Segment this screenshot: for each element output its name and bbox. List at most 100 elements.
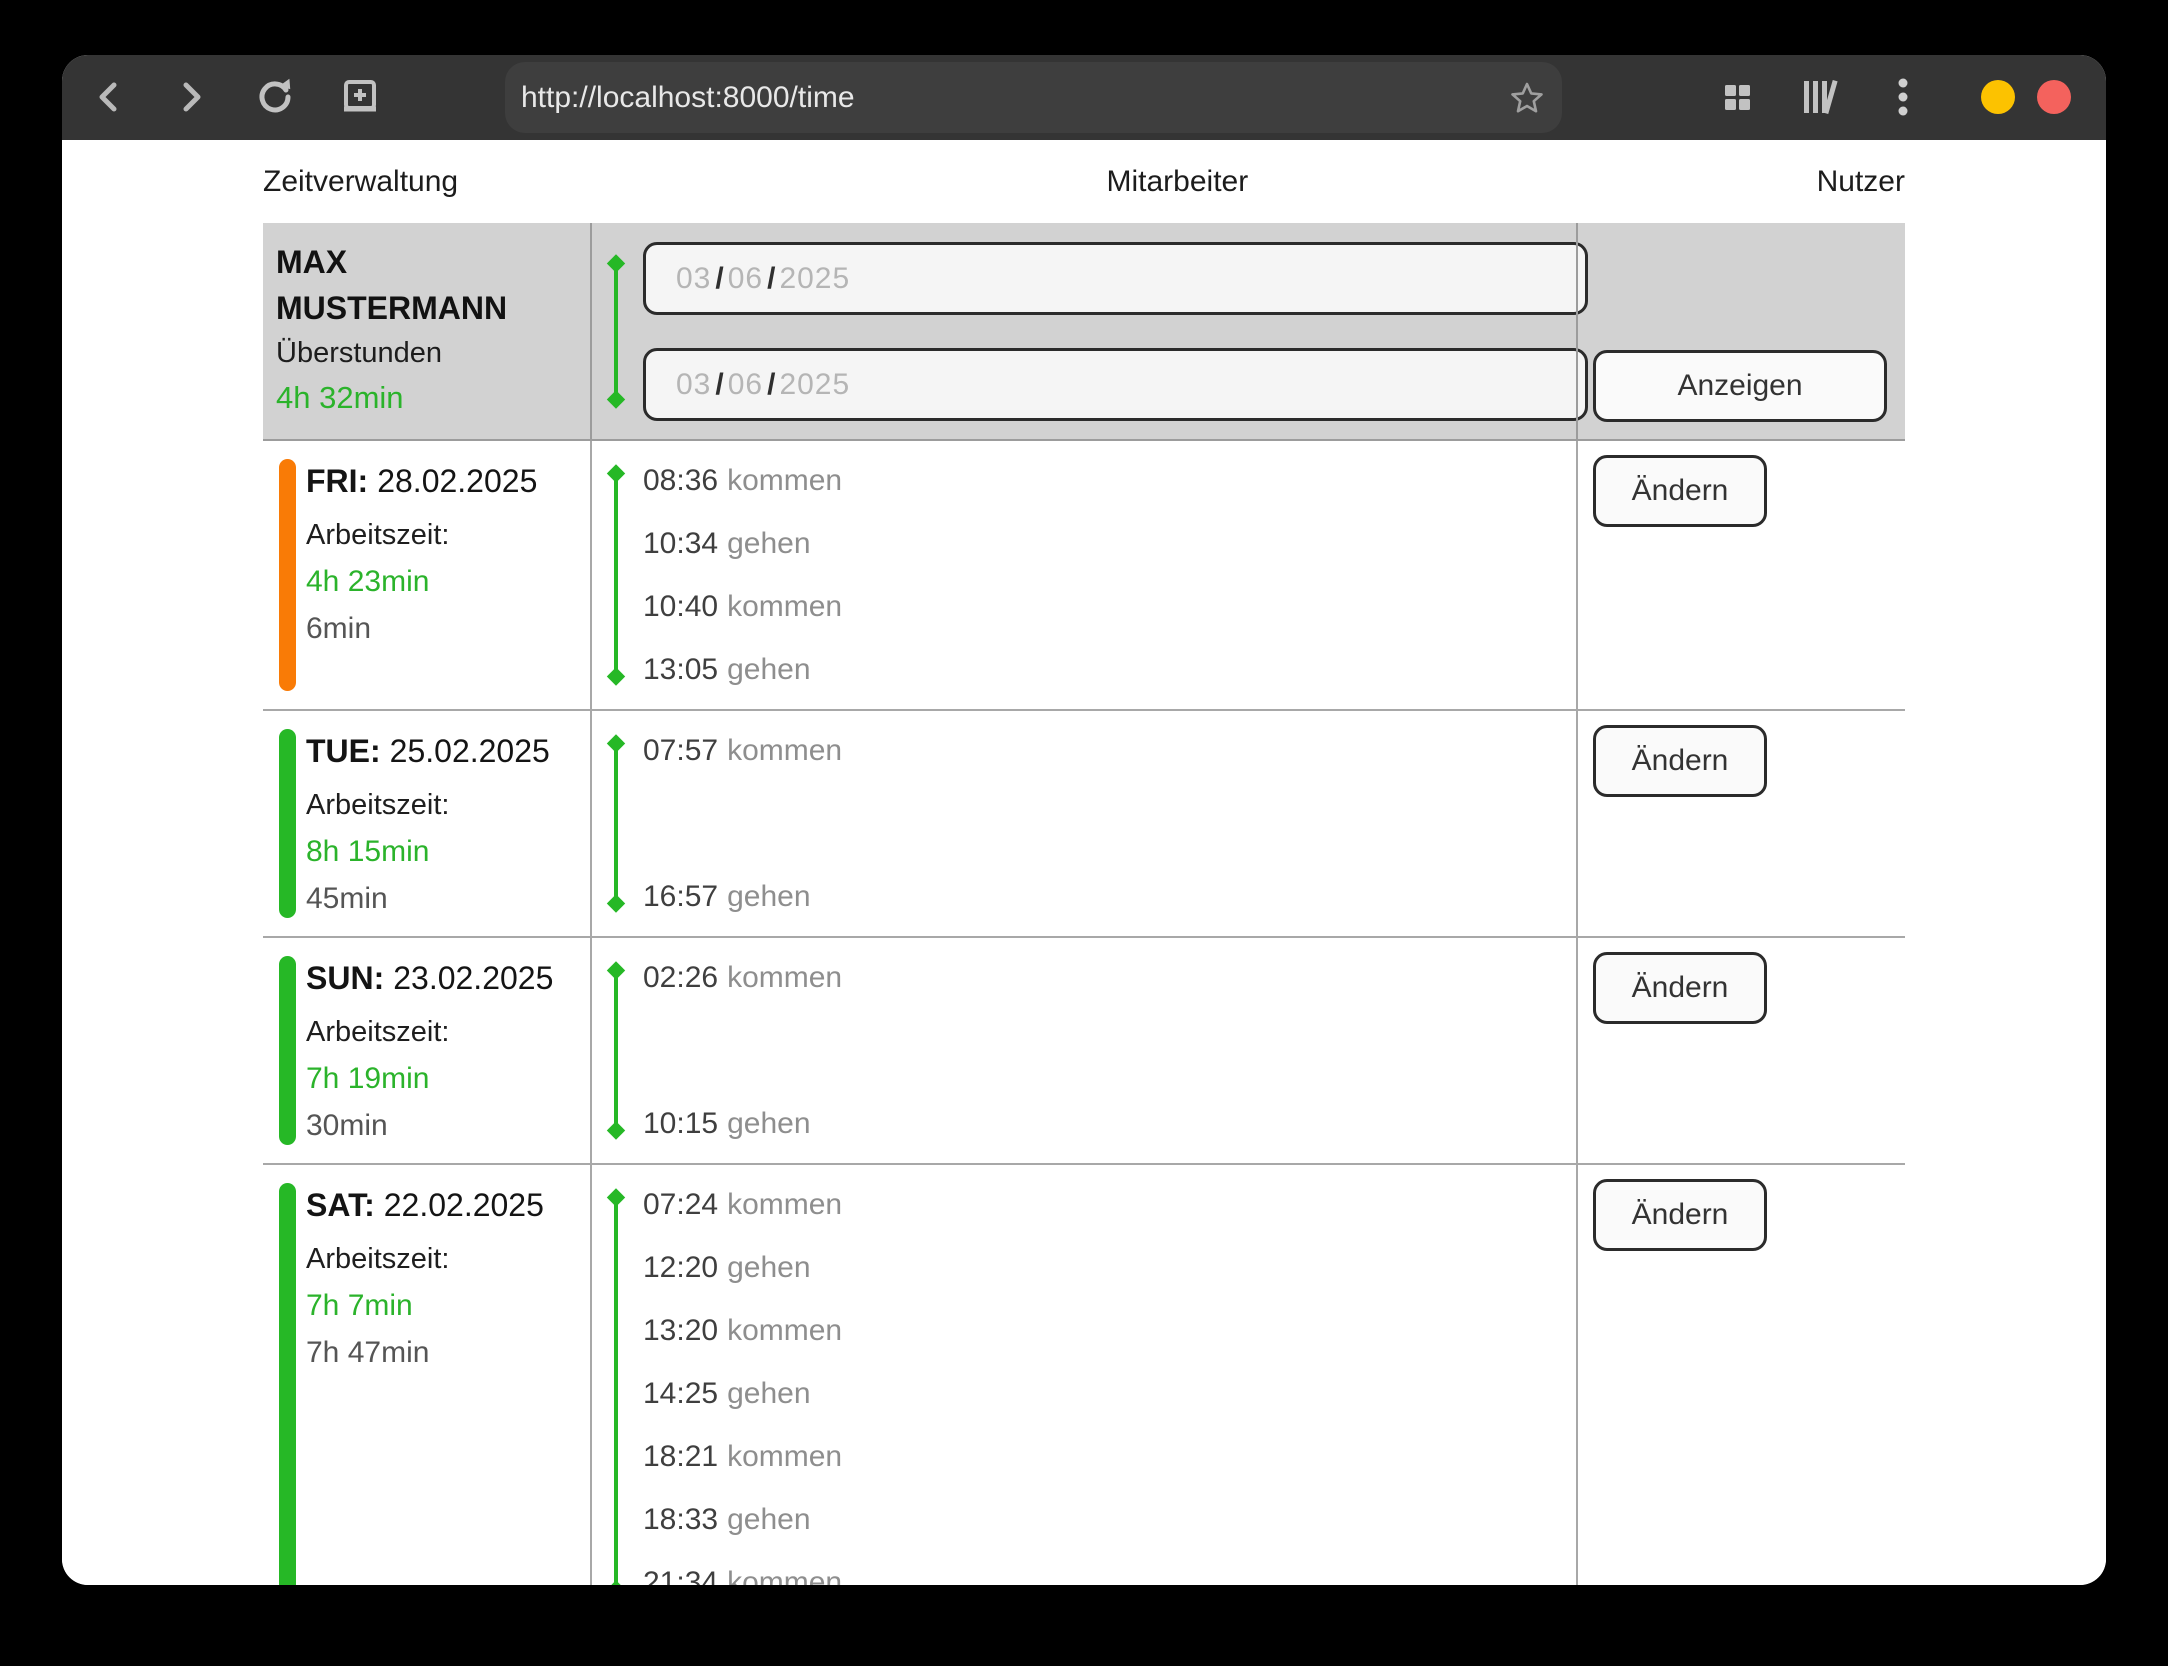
date-separator: / — [715, 368, 723, 402]
employee-name-line2: MUSTERMANN — [276, 285, 590, 331]
day-actions-cell: Ändern — [1576, 1165, 1905, 1585]
time-entry: 10:15gehen — [643, 1092, 1576, 1155]
aendern-button[interactable]: Ändern — [1593, 1179, 1767, 1251]
time-entries: 02:26kommen 10:15gehen — [592, 938, 1576, 1163]
time-entries-cell: 07:57kommen16:57gehen — [590, 711, 1576, 936]
worktime-label: Arbeitszeit: — [306, 1012, 590, 1052]
forward-icon — [177, 80, 207, 114]
day-row: FRI:28.02.2025 Arbeitszeit: 4h 23min 6mi… — [263, 441, 1905, 711]
date-to-input[interactable]: 03/06/2025 — [643, 348, 1588, 421]
worktime-value: 8h 15min — [306, 831, 590, 873]
day-status-bar — [279, 1183, 296, 1585]
time-entry: 18:21kommen — [643, 1425, 1576, 1488]
break-time-value: 30min — [306, 1105, 590, 1147]
library-icon — [1799, 77, 1841, 117]
date-segment: 06 — [728, 262, 763, 296]
day-actions-cell: Ändern — [1576, 711, 1905, 936]
apps-grid-button[interactable] — [1713, 73, 1761, 121]
browser-toolbar: http://localhost:8000/time — [62, 55, 2106, 140]
main-nav: Zeitverwaltung Mitarbeiter Nutzer — [263, 140, 1905, 223]
url-text[interactable]: http://localhost:8000/time — [505, 81, 1562, 115]
time-span-arrow-icon — [614, 473, 618, 677]
worktime-label: Arbeitszeit: — [306, 1239, 590, 1279]
aendern-button[interactable]: Ändern — [1593, 725, 1767, 797]
overtime-value: 4h 32min — [276, 375, 590, 421]
date-segment: 2025 — [779, 262, 850, 296]
minimize-window-control[interactable] — [1981, 80, 2015, 114]
reload-icon — [255, 77, 295, 117]
time-entry: 10:34gehen — [643, 512, 1576, 575]
employee-info: MAX MUSTERMANN Überstunden 4h 32min — [263, 223, 590, 439]
break-time-value: 45min — [306, 878, 590, 920]
day-status-bar — [279, 956, 296, 1145]
worktime-value: 4h 23min — [306, 561, 590, 603]
day-rows: FRI:28.02.2025 Arbeitszeit: 4h 23min 6mi… — [263, 441, 1905, 1585]
date-segment: 03 — [676, 262, 711, 296]
back-button[interactable] — [84, 73, 132, 121]
overtime-label: Überstunden — [276, 331, 590, 375]
time-span-arrow-icon — [614, 970, 618, 1131]
bookmark-button[interactable] — [1506, 77, 1548, 119]
day-summary-cell: TUE:25.02.2025 Arbeitszeit: 8h 15min 45m… — [263, 711, 590, 936]
time-entry: 13:20kommen — [643, 1299, 1576, 1362]
nav-item-nutzer[interactable]: Nutzer — [1817, 165, 1905, 199]
close-window-control[interactable] — [2037, 80, 2071, 114]
day-summary-cell: FRI:28.02.2025 Arbeitszeit: 4h 23min 6mi… — [263, 441, 590, 709]
day-date: SUN:23.02.2025 — [306, 956, 590, 1000]
date-range-picker: 03/06/2025 03/06/2025 — [590, 223, 1576, 439]
browser-window: http://localhost:8000/time — [62, 55, 2106, 1585]
time-entry: 18:33gehen — [643, 1488, 1576, 1551]
day-row: TUE:25.02.2025 Arbeitszeit: 8h 15min 45m… — [263, 711, 1905, 938]
break-time-value: 7h 47min — [306, 1332, 590, 1374]
new-tab-button[interactable] — [336, 73, 384, 121]
time-entry: 08:36kommen — [643, 449, 1576, 512]
nav-item-zeitverwaltung[interactable]: Zeitverwaltung — [263, 165, 458, 199]
kebab-menu-icon — [1897, 77, 1909, 117]
employee-name-line1: MAX — [276, 239, 590, 285]
library-button[interactable] — [1796, 73, 1844, 121]
day-row: SUN:23.02.2025 Arbeitszeit: 7h 19min 30m… — [263, 938, 1905, 1165]
address-bar[interactable]: http://localhost:8000/time — [505, 62, 1562, 133]
new-tab-icon — [340, 78, 380, 116]
time-entry: 02:26kommen — [643, 946, 1576, 1009]
time-entries: 08:36kommen10:34gehen10:40kommen13:05geh… — [592, 441, 1576, 709]
time-management-page: Zeitverwaltung Mitarbeiter Nutzer MAX MU… — [62, 140, 2106, 1585]
date-separator: / — [767, 368, 775, 402]
day-summary-cell: SUN:23.02.2025 Arbeitszeit: 7h 19min 30m… — [263, 938, 590, 1163]
time-entries-cell: 02:26kommen 10:15gehen — [590, 938, 1576, 1163]
day-actions-cell: Ändern — [1576, 938, 1905, 1163]
time-entry: 13:05gehen — [643, 638, 1576, 701]
browser-menu-button[interactable] — [1879, 73, 1927, 121]
aendern-button[interactable]: Ändern — [1593, 455, 1767, 527]
day-status-bar — [279, 459, 296, 691]
back-icon — [93, 80, 123, 114]
date-segment: 06 — [728, 368, 763, 402]
time-entries-cell: 08:36kommen10:34gehen10:40kommen13:05geh… — [590, 441, 1576, 709]
time-entries-cell: 07:24kommen12:20gehen13:20kommen14:25geh… — [590, 1165, 1576, 1585]
nav-item-mitarbeiter[interactable]: Mitarbeiter — [1107, 165, 1249, 199]
time-entry: 21:34kommen — [643, 1551, 1576, 1585]
employee-summary-block: MAX MUSTERMANN Überstunden 4h 32min 03/0… — [263, 223, 1905, 441]
worktime-label: Arbeitszeit: — [306, 785, 590, 825]
reload-button[interactable] — [251, 73, 299, 121]
anzeigen-button[interactable]: Anzeigen — [1593, 350, 1887, 422]
time-entries: 07:57kommen16:57gehen — [592, 711, 1576, 936]
day-date: FRI:28.02.2025 — [306, 459, 590, 503]
day-status-bar — [279, 729, 296, 918]
summary-actions: Anzeigen — [1576, 223, 1905, 439]
worktime-value: 7h 19min — [306, 1058, 590, 1100]
aendern-button[interactable]: Ändern — [1593, 952, 1767, 1024]
bookmark-star-icon — [1509, 80, 1545, 116]
date-separator: / — [767, 262, 775, 296]
time-entry: 14:25gehen — [643, 1362, 1576, 1425]
date-range-arrow-icon — [614, 263, 618, 400]
forward-button[interactable] — [168, 73, 216, 121]
time-entry: 10:40kommen — [643, 575, 1576, 638]
day-actions-cell: Ändern — [1576, 441, 1905, 709]
date-segment: 03 — [676, 368, 711, 402]
day-date: TUE:25.02.2025 — [306, 729, 590, 773]
date-from-input[interactable]: 03/06/2025 — [643, 242, 1588, 315]
time-entry: 07:24kommen — [643, 1173, 1576, 1236]
day-summary-cell: SAT:22.02.2025 Arbeitszeit: 7h 7min 7h 4… — [263, 1165, 590, 1585]
time-entry: 16:57gehen — [643, 865, 1576, 928]
